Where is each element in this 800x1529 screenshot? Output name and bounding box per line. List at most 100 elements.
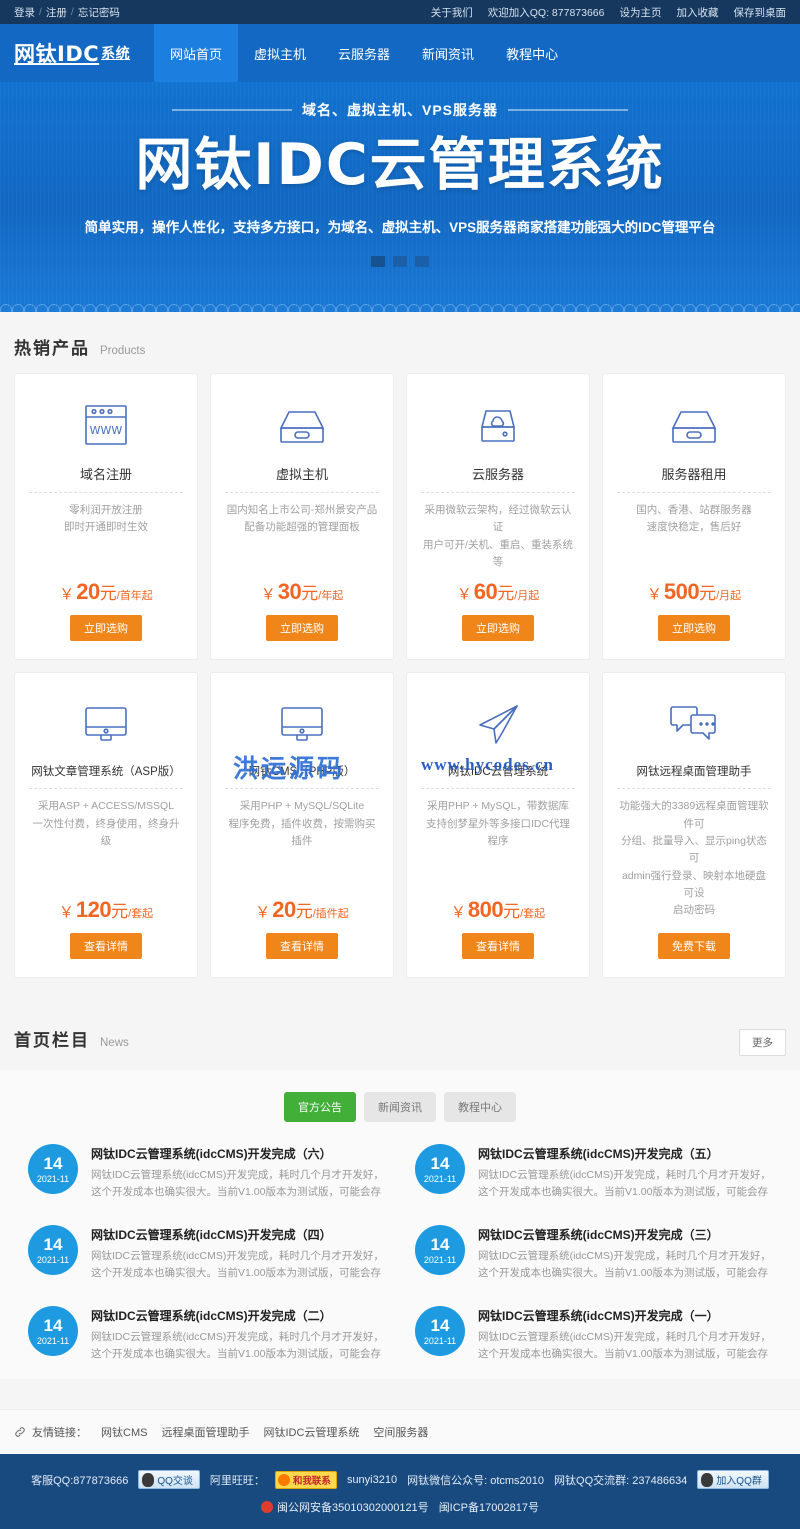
friendly-link-remote-desktop[interactable]: 远程桌面管理助手	[161, 1424, 249, 1440]
products-title-en: Products	[100, 345, 146, 357]
product-description: 国内、香港、站群服务器 速度快稳定，售后好	[636, 502, 752, 537]
wangwang-label: 阿里旺旺：	[209, 1474, 265, 1487]
product-grid-row-2: 网钛文章管理系统（ASP版） 采用ASP + ACCESS/MSSQL 一次性付…	[14, 672, 786, 979]
news-day: 14	[430, 1153, 450, 1173]
forgot-password-link[interactable]: 忘记密码	[78, 5, 120, 20]
about-us-link[interactable]: 关于我们	[431, 5, 473, 20]
wangwang-badge-label: 和我联系	[292, 1475, 331, 1487]
view-details-button[interactable]: 查看详情	[70, 933, 142, 960]
news-title-link[interactable]: 网钛IDC云管理系统(idcCMS)开发完成（五）	[478, 1145, 772, 1162]
friendly-link-idccms[interactable]: 网钛IDC云管理系统	[263, 1424, 359, 1440]
desc-line: 速度快稳定，售后好	[646, 521, 742, 534]
buy-now-button[interactable]: 立即选购	[658, 615, 730, 642]
news-title-link[interactable]: 网钛IDC云管理系统(idcCMS)开发完成（一）	[478, 1307, 772, 1324]
server-box-icon	[273, 394, 331, 456]
buy-now-button[interactable]: 立即选购	[462, 615, 534, 642]
card-divider	[225, 788, 379, 790]
register-link[interactable]: 注册	[46, 5, 67, 20]
qq-group-icon	[701, 1472, 714, 1487]
friendly-link-otcms[interactable]: 网钛CMS	[101, 1424, 147, 1440]
product-description: 采用微软云架构，经过微软云认证 用户可开/关机、重启、重装系统等	[421, 502, 575, 571]
view-details-button[interactable]: 查看详情	[462, 933, 534, 960]
news-day: 14	[43, 1234, 63, 1254]
carousel-dot-1[interactable]	[371, 255, 385, 267]
free-download-button[interactable]: 免费下载	[658, 933, 730, 960]
list-item[interactable]: 14 2021-11 网钛IDC云管理系统(idcCMS)开发完成（二） 网钛I…	[28, 1306, 385, 1363]
tab-official-announcement[interactable]: 官方公告	[284, 1092, 356, 1123]
join-qq-group-button[interactable]: 加入QQ群	[697, 1470, 769, 1490]
product-card[interactable]: 网钛文章管理系统（ASP版） 采用ASP + ACCESS/MSSQL 一次性付…	[14, 672, 198, 979]
product-card[interactable]: 服务器租用 国内、香港、站群服务器 速度快稳定，售后好 ￥ 500 元 /月起 …	[602, 373, 786, 661]
logo-sub-text: 系统	[101, 46, 131, 62]
list-item[interactable]: 14 2021-11 网钛IDC云管理系统(idcCMS)开发完成（五） 网钛I…	[415, 1144, 772, 1201]
tab-news[interactable]: 新闻资讯	[364, 1092, 436, 1123]
save-to-desktop-link[interactable]: 保存到桌面	[734, 5, 787, 20]
list-item[interactable]: 14 2021-11 网钛IDC云管理系统(idcCMS)开发完成（六） 网钛I…	[28, 1144, 385, 1201]
wechat-account: 网钛微信公众号: otcms2010	[407, 1474, 545, 1487]
icp-record-link[interactable]: 闽ICP备17002817号	[439, 1499, 539, 1515]
currency-symbol: ￥	[646, 586, 662, 604]
product-price: ￥ 60 元 /月起	[457, 571, 540, 605]
monitor-icon	[273, 693, 331, 755]
hero-subtitle: 域名、虚拟主机、VPS服务器	[301, 102, 498, 118]
add-favorite-link[interactable]: 加入收藏	[677, 5, 719, 20]
qq-chat-label: QQ交谈	[157, 1476, 193, 1488]
list-item[interactable]: 14 2021-11 网钛IDC云管理系统(idcCMS)开发完成（一） 网钛I…	[415, 1306, 772, 1363]
nav-item-tutorial[interactable]: 教程中心	[490, 24, 574, 82]
news-tabs: 官方公告 新闻资讯 教程中心	[14, 1092, 786, 1123]
buy-now-button[interactable]: 立即选购	[266, 615, 338, 642]
news-title-link[interactable]: 网钛IDC云管理系统(idcCMS)开发完成（四）	[91, 1226, 385, 1243]
carousel-dot-2[interactable]	[393, 255, 407, 267]
separator-1: /	[39, 6, 42, 18]
friendly-link-hosting[interactable]: 空间服务器	[373, 1424, 428, 1440]
wangwang-id: sunyi3210	[346, 1473, 398, 1486]
friendly-links-label-wrap: 友情链接：	[14, 1424, 87, 1440]
list-item[interactable]: 14 2021-11 网钛IDC云管理系统(idcCMS)开发完成（四） 网钛I…	[28, 1225, 385, 1282]
product-card[interactable]: WWW 域名注册 零利润开放注册 即时开通即时生效 ￥ 20 元 /首年起 立即…	[14, 373, 198, 661]
police-badge-icon	[261, 1501, 274, 1514]
nav-item-news[interactable]: 新闻资讯	[406, 24, 490, 82]
wangwang-contact-button[interactable]: 和我联系	[274, 1470, 337, 1489]
top-utility-bar: 登录 / 注册 / 忘记密码 关于我们 欢迎加入QQ: 877873666 设为…	[0, 0, 800, 24]
product-card[interactable]: 虚拟主机 国内知名上市公司-郑州景安产品 配备功能超强的管理面板 ￥ 30 元 …	[210, 373, 394, 661]
wangwang-icon	[277, 1473, 290, 1486]
news-month: 2021-11	[36, 1335, 70, 1346]
view-details-button[interactable]: 查看详情	[266, 933, 338, 960]
carousel-dots	[371, 255, 429, 267]
products-title-cn: 热销产品	[14, 339, 90, 358]
buy-now-button[interactable]: 立即选购	[70, 615, 142, 642]
price-yuan: 元	[699, 584, 717, 604]
login-link[interactable]: 登录	[14, 5, 35, 20]
product-description: 采用PHP + MySQL，带数据库 支持创梦星外等多接口IDC代理程序	[421, 798, 575, 850]
qq-chat-button[interactable]: QQ交谈	[138, 1470, 200, 1490]
price-number: 20	[76, 579, 100, 605]
nav-item-home[interactable]: 网站首页	[154, 24, 239, 82]
nav-item-cloud-server[interactable]: 云服务器	[322, 24, 406, 82]
news-title-link[interactable]: 网钛IDC云管理系统(idcCMS)开发完成（六）	[91, 1145, 385, 1162]
news-title-link[interactable]: 网钛IDC云管理系统(idcCMS)开发完成（三）	[478, 1226, 772, 1243]
news-title-link[interactable]: 网钛IDC云管理系统(idcCMS)开发完成（二）	[91, 1307, 385, 1324]
site-logo[interactable]: 网钛IDC 系统	[14, 24, 154, 82]
product-card[interactable]: 云服务器 采用微软云架构，经过微软云认证 用户可开/关机、重启、重装系统等 ￥ …	[406, 373, 590, 661]
product-card[interactable]: 网钛IDC云管理系统 www.hycodes.cn 采用PHP + MySQL，…	[406, 672, 590, 979]
tab-tutorial[interactable]: 教程中心	[444, 1092, 516, 1123]
news-day: 14	[43, 1153, 63, 1173]
price-yuan: 元	[497, 584, 515, 604]
card-divider	[29, 492, 183, 493]
card-divider	[225, 492, 379, 493]
products-section-header: 热销产品 Products	[14, 312, 786, 373]
police-record-link[interactable]: 闽公网安备35010302000121号	[261, 1499, 429, 1515]
desc-line: 采用PHP + MySQL，带数据库	[427, 800, 569, 813]
news-more-button[interactable]: 更多	[739, 1029, 786, 1057]
nav-item-virtual-host[interactable]: 虚拟主机	[238, 24, 322, 82]
carousel-dot-3[interactable]	[415, 255, 429, 267]
product-card[interactable]: 网钛CMS（PHP版） 洪运源码 采用PHP + MySQL/SQLite 程序…	[210, 672, 394, 979]
news-section-header: 首页栏目 News 更多	[14, 1004, 786, 1070]
separator-2: /	[70, 6, 74, 18]
desc-line: 即时开通即时生效	[64, 521, 148, 534]
set-homepage-link[interactable]: 设为主页	[620, 5, 662, 20]
list-item[interactable]: 14 2021-11 网钛IDC云管理系统(idcCMS)开发完成（三） 网钛I…	[415, 1225, 772, 1282]
news-summary: 网钛IDC云管理系统(idcCMS)开发完成，耗时几个月才开发好，这个开发成本也…	[478, 1250, 771, 1280]
desc-line: 国内、香港、站群服务器	[636, 504, 752, 516]
product-card[interactable]: 网钛远程桌面管理助手 功能强大的3389远程桌面管理软件可 分组、批量导入、显示…	[602, 672, 786, 979]
